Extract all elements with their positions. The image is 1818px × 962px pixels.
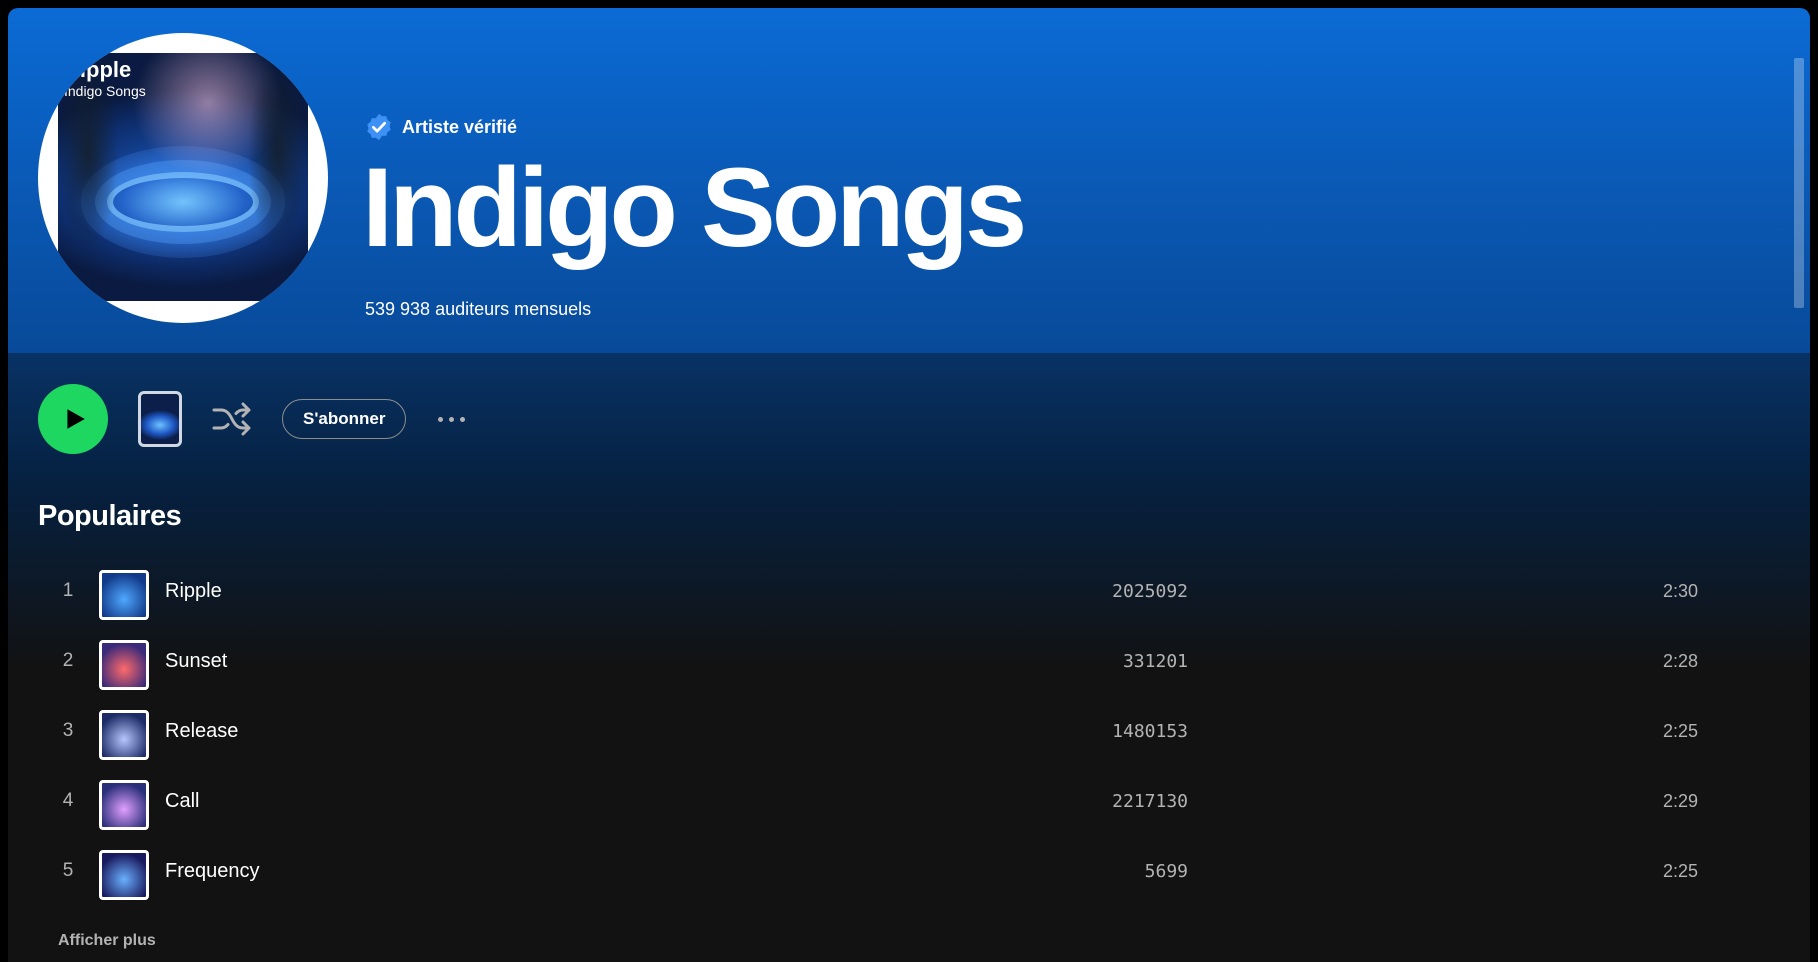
track-thumbnail: [99, 710, 149, 760]
track-thumbnail: [99, 850, 149, 900]
more-options-icon: [449, 416, 455, 422]
track-play-count: 5699: [1144, 861, 1188, 882]
track-row[interactable]: 1 Ripple 2025092 2:30: [38, 560, 1738, 630]
track-play-count: 2025092: [1112, 581, 1188, 602]
track-thumbnail: [99, 570, 149, 620]
cover-art-title: Ripple: [64, 57, 132, 82]
track-rank: 2: [62, 650, 74, 671]
track-play-count: 331201: [1122, 651, 1188, 672]
track-row[interactable]: 3 Release 1480153 2:25: [38, 700, 1738, 770]
more-options-icon: [460, 416, 466, 422]
track-title[interactable]: Sunset: [165, 650, 227, 673]
popular-section-title: Populaires: [38, 500, 182, 532]
artist-cover-art: Ripple Indigo Songs: [58, 53, 308, 301]
verified-label: Artiste vérifié: [402, 116, 518, 137]
track-duration: 2:30: [1662, 581, 1698, 601]
verified-check-icon: [367, 113, 391, 141]
track-row[interactable]: 5 Frequency 5699 2:25: [38, 840, 1738, 910]
play-button[interactable]: [38, 384, 108, 454]
verified-badge: Artiste vérifié: [364, 112, 517, 142]
track-title[interactable]: Ripple: [165, 580, 222, 603]
now-playing-cover[interactable]: [138, 391, 182, 447]
cover-art-subtitle: Indigo Songs: [64, 83, 146, 99]
track-duration: 2:28: [1662, 651, 1698, 671]
more-options-button[interactable]: [438, 399, 466, 439]
track-rank: 5: [62, 860, 74, 881]
shuffle-button[interactable]: [210, 397, 254, 441]
shuffle-icon: [212, 402, 251, 436]
track-duration: 2:29: [1662, 791, 1698, 811]
artist-name: Indigo Songs: [362, 145, 1027, 270]
track-title[interactable]: Call: [165, 790, 199, 813]
play-icon: [67, 409, 85, 429]
more-options-icon: [438, 416, 444, 422]
action-bar: S'abonner: [38, 384, 466, 454]
monthly-listeners: 539 938 auditeurs mensuels: [365, 299, 592, 319]
track-play-count: 2217130: [1112, 791, 1188, 812]
track-title[interactable]: Release: [165, 720, 238, 743]
scrollbar[interactable]: [1794, 58, 1804, 308]
track-rank: 3: [62, 720, 74, 741]
track-thumbnail: [99, 780, 149, 830]
track-duration: 2:25: [1662, 721, 1698, 741]
artist-avatar: Ripple Indigo Songs: [38, 33, 328, 323]
artist-page: Ripple Indigo Songs Artiste vérifié Indi…: [8, 8, 1810, 962]
track-play-count: 1480153: [1112, 721, 1188, 742]
track-title[interactable]: Frequency: [165, 860, 260, 883]
follow-button[interactable]: S'abonner: [282, 399, 407, 439]
show-more-link[interactable]: Afficher plus: [58, 932, 156, 950]
track-row[interactable]: 2 Sunset 331201 2:28: [38, 630, 1738, 700]
track-rank: 4: [62, 790, 74, 811]
popular-track-list: 1 Ripple 2025092 2:30 2 Sunset 331201 2:28 3 Rele…: [38, 560, 1738, 910]
track-row[interactable]: 4 Call 2217130 2:29: [38, 770, 1738, 840]
track-rank: 1: [62, 580, 74, 601]
track-thumbnail: [99, 640, 149, 690]
track-duration: 2:25: [1662, 861, 1698, 881]
